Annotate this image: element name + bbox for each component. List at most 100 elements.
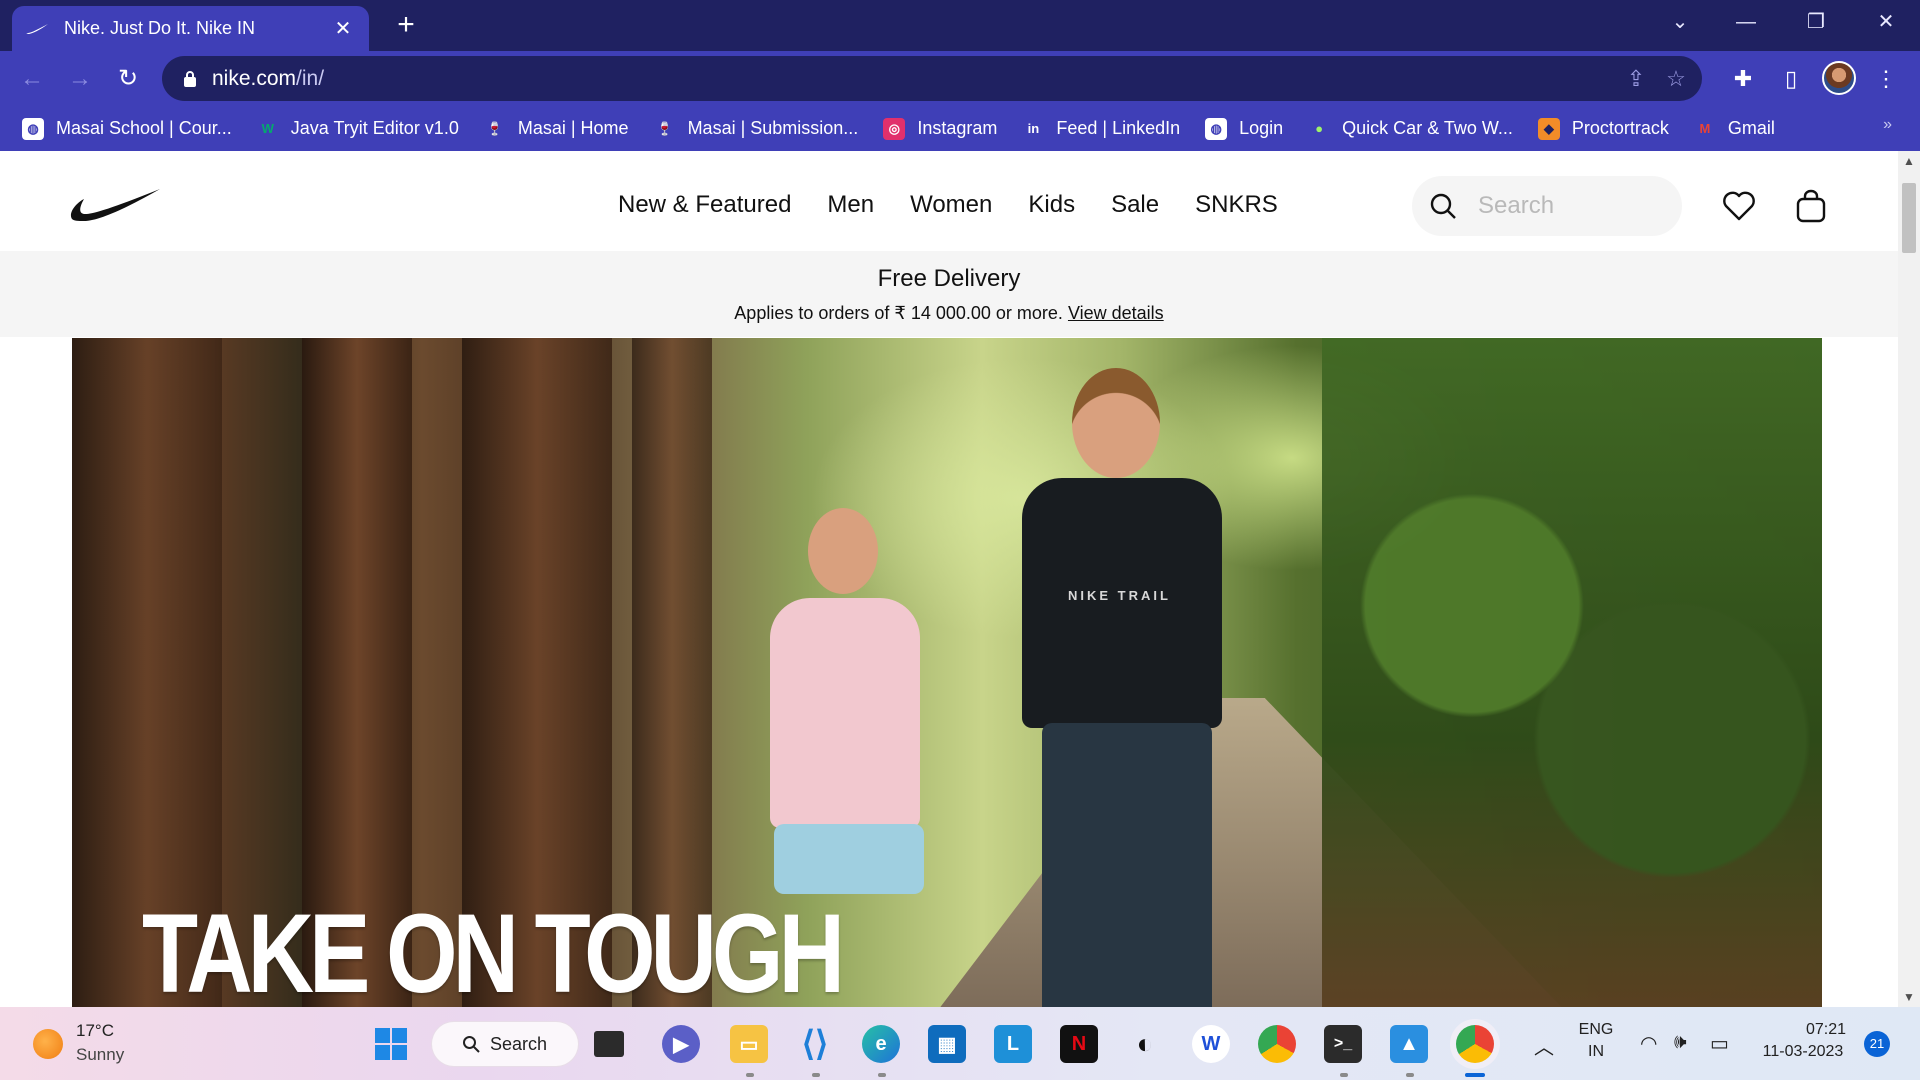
taskbar-search[interactable]: Search [432,1022,578,1066]
edge-icon[interactable]: e [862,1025,900,1063]
nike-favicon-icon [26,21,48,37]
dark-pants [1042,723,1212,1007]
bookmark-favicon-icon: ◆ [1537,117,1560,140]
nike-swoosh-logo[interactable] [70,189,160,221]
language-indicator[interactable]: ENG IN [1574,1021,1618,1061]
url-text: nike.com/in/ [212,66,325,90]
bag-icon[interactable] [1792,187,1830,225]
task-view-icon[interactable] [594,1031,624,1057]
bookmark-item[interactable]: M Gmail [1694,118,1775,140]
battery-icon[interactable]: ▭ [1710,1031,1729,1056]
bookmark-item[interactable]: ◍ Login [1205,117,1283,140]
bookmark-label: Masai | Home [517,118,629,138]
back-arrow-icon[interactable]: ← [16,63,48,95]
minimize-icon[interactable]: — [1726,6,1766,38]
show-hidden-icons-chevron-icon[interactable]: ︿ [1534,1031,1554,1060]
blue-shorts [774,824,924,894]
terminal-icon[interactable]: >_ [1324,1025,1362,1063]
new-tab-button[interactable]: + [390,10,422,42]
bookmark-label: Quick Car & Two W... [1342,118,1513,138]
nav-link-women[interactable]: Women [910,191,992,219]
bookmark-item[interactable]: ◆ Proctortrack [1537,117,1669,140]
bookmark-item[interactable]: 🍷 Masai | Submission... [654,118,858,140]
share-icon[interactable]: ⇪ [1622,65,1650,93]
chrome-menu-icon[interactable]: ⋮ [1870,63,1902,95]
nav-link-kids[interactable]: Kids [1028,191,1075,219]
browser-tab-nike[interactable]: Nike. Just Do It. Nike IN ✕ [12,6,369,51]
hero-heading: TAKE ON TOUGH [142,891,845,1008]
scroll-up-icon[interactable]: ▲ [1898,151,1920,171]
tab-search-chevron-icon[interactable]: ⌄ [1660,6,1700,38]
search-input[interactable] [1478,192,1668,220]
bookmark-favicon-icon: W [261,121,274,136]
wifi-icon[interactable]: ◠ [1640,1031,1657,1056]
scroll-down-icon[interactable]: ▼ [1898,987,1920,1007]
l-app-icon[interactable]: L [994,1025,1032,1063]
hero-image[interactable]: NIKE TRAIL TAKE ON TOUGH [72,338,1822,1007]
bookmark-favicon-icon: ● [1315,121,1324,136]
nav-link-new-featured[interactable]: New & Featured [618,191,791,219]
bookmark-favicon-icon: M [1699,121,1711,136]
vscode-icon[interactable]: ⟨⟩ [796,1025,834,1063]
page-scrollbar[interactable]: ▲ ▼ [1898,151,1920,1007]
microsoft-store-icon[interactable]: ▦ [928,1025,966,1063]
weather-temperature: 17°C [76,1021,114,1040]
running-indicator [746,1073,754,1077]
nav-link-snkrs[interactable]: SNKRS [1195,191,1278,219]
bookmark-label: Proctortrack [1571,118,1669,138]
tab-close-icon[interactable]: ✕ [331,16,355,41]
bookmark-item[interactable]: ◎ Instagram [883,117,997,140]
reload-icon[interactable]: ↻ [112,63,144,95]
weather-condition: Sunny [76,1045,125,1064]
windows-start-icon[interactable] [372,1025,410,1063]
restore-icon[interactable]: ❐ [1796,6,1836,38]
photos-icon[interactable]: ▲ [1390,1025,1428,1063]
window-close-icon[interactable]: ✕ [1866,6,1906,38]
sun-weather-icon[interactable] [33,1029,63,1059]
pink-tank-top [770,598,920,828]
clock[interactable]: 07:21 11-03-2023 [1760,1021,1846,1061]
search-box[interactable] [1412,176,1682,236]
wordpress-icon[interactable]: W [1192,1025,1230,1063]
chrome-icon[interactable] [1258,1025,1296,1063]
lock-icon [184,70,196,87]
bookmark-label: Java Tryit Editor v1.0 [290,118,459,138]
running-indicator [1406,1073,1414,1077]
heart-favorites-icon[interactable] [1720,187,1758,225]
bookmark-item[interactable]: 🍷 Masai | Home [484,118,629,140]
nav-link-sale[interactable]: Sale [1111,191,1159,219]
side-panel-icon[interactable]: ▯ [1775,63,1807,95]
view-details-link[interactable]: View details [1068,303,1164,323]
file-explorer-icon[interactable]: ▭ [730,1025,768,1063]
bookmark-item[interactable]: W Java Tryit Editor v1.0 [257,118,459,140]
netflix-icon[interactable]: N [1060,1025,1098,1063]
scroll-thumb[interactable] [1902,183,1916,253]
bookmark-label: Feed | LinkedIn [1056,118,1181,138]
nav-link-men[interactable]: Men [827,191,874,219]
extensions-puzzle-icon[interactable]: ✚ [1727,63,1759,95]
search-icon [463,1036,480,1053]
active-app-indicator [1465,1073,1485,1077]
volume-icon[interactable]: 🕪 [1674,1031,1687,1054]
opera-icon[interactable]: ◐ [1126,1025,1164,1063]
notification-badge[interactable]: 21 [1864,1031,1890,1057]
teams-chat-icon[interactable]: ▶ [662,1025,700,1063]
runner-head [1072,368,1160,478]
bookmark-item[interactable]: ● Quick Car & Two W... [1308,118,1513,140]
promo-title: Free Delivery [877,265,1021,292]
bookmarks-overflow-icon[interactable]: » [1883,116,1892,134]
free-delivery-banner: Free Delivery Applies to orders of ₹ 14 … [0,251,1898,337]
bookmark-star-icon[interactable]: ☆ [1662,65,1690,93]
bookmark-item[interactable]: ◍ Masai School | Cour... [22,117,232,140]
runner-man: NIKE TRAIL [962,348,1262,1007]
forward-arrow-icon[interactable]: → [64,63,96,95]
clock-time: 07:21 [1805,1021,1846,1038]
bookmark-label: Gmail [1727,118,1775,138]
browser-toolbar: ← → ↻ nike.com/in/ ⇪ ☆ ✚ ▯ ⋮ [0,51,1920,106]
address-bar[interactable]: nike.com/in/ ⇪ ☆ [162,56,1702,101]
tab-title: Nike. Just Do It. Nike IN [64,18,256,38]
bookmark-favicon-icon: 🍷 [656,120,673,136]
chrome-active-icon[interactable] [1456,1025,1494,1063]
profile-avatar[interactable] [1822,61,1856,95]
bookmark-item[interactable]: in Feed | LinkedIn [1022,118,1181,140]
